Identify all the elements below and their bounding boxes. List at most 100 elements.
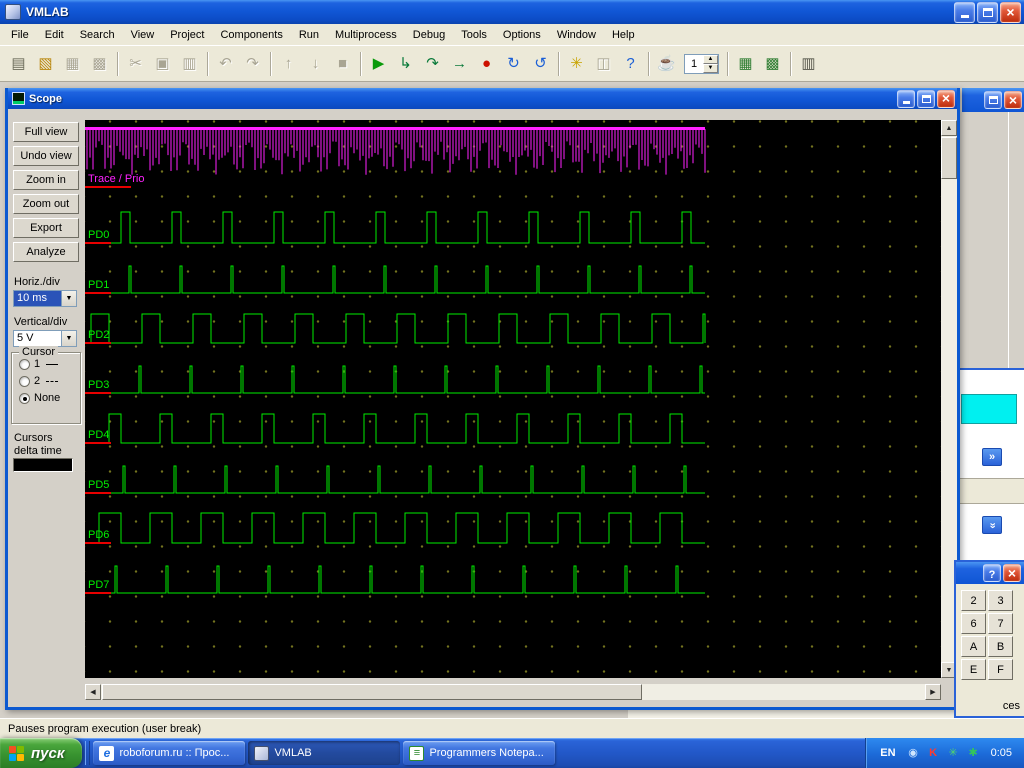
step-over-button[interactable]: ↷	[419, 50, 446, 77]
menu-view[interactable]: View	[123, 26, 163, 44]
hex-key-3[interactable]: 3	[988, 590, 1013, 611]
task-button-vmlab[interactable]: VMLAB	[248, 741, 400, 765]
save-all-button[interactable]: ▩	[86, 50, 113, 77]
desktop: VMLAB FileEditSearchViewProjectComponent…	[0, 0, 1024, 768]
open-project-button[interactable]: ▧	[32, 50, 59, 77]
menu-tools[interactable]: Tools	[453, 26, 495, 44]
start-label: пуск	[31, 745, 64, 762]
scroll-left-button[interactable]	[85, 684, 101, 700]
menu-help[interactable]: Help	[604, 26, 643, 44]
toolbar: ▤▧▦▩✂▣▥↶↷↑↓■▶↳↷→●↻↺✳◫?☕1▦▩▥	[0, 46, 1024, 82]
hex-key-6[interactable]: 6	[961, 613, 986, 634]
background-close-button[interactable]	[1004, 91, 1022, 109]
paste-button[interactable]: ▥	[176, 50, 203, 77]
minimize-button[interactable]	[954, 2, 975, 23]
process-select[interactable]: 1	[684, 54, 719, 74]
reset-button[interactable]: ↻	[500, 50, 527, 77]
task-button-programmers-notepa-[interactable]: Programmers Notepa...	[403, 741, 555, 765]
help-button[interactable]: ?	[617, 50, 644, 77]
horizontal-scroll-thumb[interactable]	[102, 684, 642, 700]
menu-file[interactable]: File	[3, 26, 37, 44]
hex-key-7[interactable]: 7	[988, 613, 1013, 634]
hex-key-A[interactable]: A	[961, 636, 986, 657]
radio-unselected-icon	[19, 376, 30, 387]
kaspersky-tray-icon[interactable]: K	[926, 746, 941, 761]
svg-text:PD4: PD4	[88, 429, 109, 441]
menu-run[interactable]: Run	[291, 26, 327, 44]
keypad-help-button[interactable]	[983, 564, 1001, 582]
vertical-div-select[interactable]: 5 V	[13, 330, 77, 347]
cursor-option-2[interactable]: 2	[19, 375, 80, 387]
spin-up-button[interactable]	[703, 55, 718, 64]
step-over-icon: ↷	[426, 56, 439, 71]
dropdown-arrow-icon[interactable]	[61, 331, 76, 346]
hex-key-E[interactable]: E	[961, 659, 986, 680]
cursor-option-1[interactable]: 1	[19, 358, 80, 370]
zoom-in-button[interactable]: Zoom in	[13, 170, 79, 190]
component-chip-button[interactable]: ▩	[759, 50, 786, 77]
menu-options[interactable]: Options	[495, 26, 549, 44]
full-view-button[interactable]: Full view	[13, 122, 79, 142]
copy-button[interactable]: ▣	[149, 50, 176, 77]
hardware-button[interactable]: ✳	[563, 50, 590, 77]
hex-key-F[interactable]: F	[988, 659, 1013, 680]
reset-icon: ↻	[507, 56, 520, 71]
undo-button[interactable]: ↶	[212, 50, 239, 77]
update-tray-icon[interactable]: ✱	[966, 746, 981, 761]
keypad-close-button[interactable]	[1003, 564, 1021, 582]
menu-window[interactable]: Window	[549, 26, 604, 44]
background-restore-button[interactable]	[984, 91, 1002, 109]
run-button[interactable]: ▶	[365, 50, 392, 77]
go-up-button[interactable]: ↑	[275, 50, 302, 77]
cut-button[interactable]: ✂	[122, 50, 149, 77]
save-button[interactable]: ▦	[59, 50, 86, 77]
halt-button[interactable]: ■	[329, 50, 356, 77]
expand-down-button[interactable]	[982, 516, 1002, 534]
scope-minimize-button[interactable]	[897, 90, 915, 108]
antivirus-tray-icon[interactable]: ✳	[946, 746, 961, 761]
component-board-button[interactable]: ▦	[732, 50, 759, 77]
scope-horizontal-scrollbar[interactable]	[85, 684, 941, 700]
step-into-button[interactable]: ↳	[392, 50, 419, 77]
expand-right-button[interactable]	[982, 448, 1002, 466]
task-button-roboforum-ru-[interactable]: roboforum.ru :: Прос...	[93, 741, 245, 765]
new-module-button[interactable]: ▤	[5, 50, 32, 77]
redo-button[interactable]: ↷	[239, 50, 266, 77]
scroll-right-button[interactable]	[925, 684, 941, 700]
print-button[interactable]: ◫	[590, 50, 617, 77]
start-button[interactable]: пуск	[0, 738, 82, 768]
task-label: Programmers Notepa...	[429, 747, 543, 759]
export-button[interactable]: Export	[13, 218, 79, 238]
scope-close-button[interactable]	[937, 90, 955, 108]
stop-button[interactable]: ●	[473, 50, 500, 77]
hex-key-B[interactable]: B	[988, 636, 1013, 657]
breakpoints-mug-button[interactable]: ☕	[653, 50, 680, 77]
cursor-option-none[interactable]: None	[19, 392, 80, 404]
scope-restore-button[interactable]	[917, 90, 935, 108]
undo-view-button[interactable]: Undo view	[13, 146, 79, 166]
hex-key-2[interactable]: 2	[961, 590, 986, 611]
analyze-button[interactable]: Analyze	[13, 242, 79, 262]
maximize-button[interactable]	[977, 2, 998, 23]
menu-edit[interactable]: Edit	[37, 26, 72, 44]
zoom-out-button[interactable]: Zoom out	[13, 194, 79, 214]
close-button[interactable]	[1000, 2, 1021, 23]
svg-text:PD1: PD1	[88, 279, 109, 291]
language-indicator[interactable]: EN	[876, 745, 899, 761]
menu-debug[interactable]: Debug	[405, 26, 453, 44]
menu-search[interactable]: Search	[72, 26, 123, 44]
messenger-tray-icon[interactable]: ◉	[906, 746, 921, 761]
animate-button[interactable]: →	[446, 50, 473, 77]
menu-components[interactable]: Components	[212, 26, 290, 44]
svg-text:PD0: PD0	[88, 229, 109, 241]
horiz-div-select[interactable]: 10 ms	[13, 290, 77, 307]
go-down-button[interactable]: ↓	[302, 50, 329, 77]
goto-device-button[interactable]: ▥	[795, 50, 822, 77]
menu-multiprocess[interactable]: Multiprocess	[327, 26, 405, 44]
menu-project[interactable]: Project	[162, 26, 212, 44]
vertical-scroll-thumb[interactable]	[941, 137, 957, 179]
restart-button[interactable]: ↺	[527, 50, 554, 77]
dropdown-arrow-icon[interactable]	[61, 291, 76, 306]
spin-down-button[interactable]	[703, 64, 718, 73]
scroll-up-button[interactable]	[941, 120, 957, 136]
